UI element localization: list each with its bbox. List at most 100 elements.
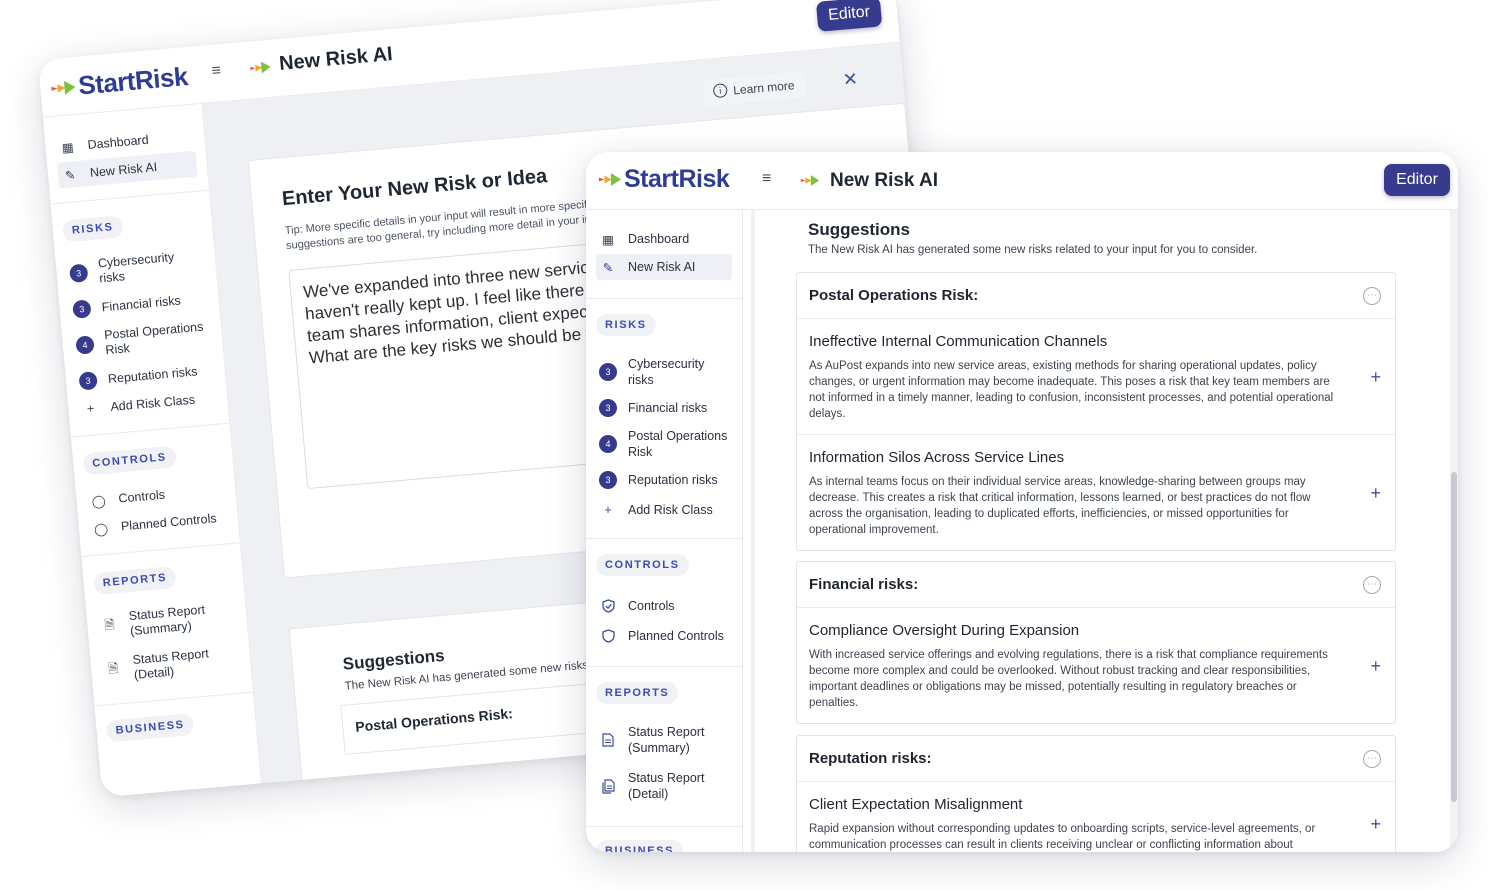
controls-section-label: CONTROLS (596, 554, 689, 576)
front-logo: Start Risk (598, 165, 730, 194)
suggested-risk-description: Rapid expansion without corresponding up… (809, 823, 1316, 851)
logo-text-risk: Risk (133, 61, 189, 96)
risk-group-financial: Financial risks: ⋯ Compliance Oversight … (796, 561, 1396, 724)
suggested-risk-description: With increased service offerings and evo… (809, 649, 1328, 709)
nav-controls-label: Controls (117, 487, 166, 506)
divider (94, 691, 253, 707)
report-label-line2: (Detail) (133, 664, 175, 682)
risk-count-badge: 3 (78, 371, 98, 391)
suggested-risk-title: Ineffective Internal Communication Chann… (809, 333, 1108, 350)
sidebar-item-financial[interactable]: 3 Financial risks (596, 396, 732, 420)
back-logo: Start Risk (49, 61, 189, 104)
risk-group-title: Financial risks: (809, 576, 919, 593)
nav-status-report-detail[interactable]: Status Report (Detail) (596, 768, 732, 804)
more-options-icon[interactable]: ⋯ (1363, 749, 1381, 768)
nav-status-report-summary[interactable]: 🗎 Status Report (Summary) (96, 597, 238, 645)
dashboard-icon: ▦ (61, 139, 75, 155)
add-risk-icon[interactable]: + (1370, 657, 1381, 675)
page-title: New Risk AI (830, 170, 939, 191)
suggested-risk-item: Compliance Oversight During Expansion Wi… (797, 608, 1395, 723)
nav-status-report-detail[interactable]: 🗎 Status Report (Detail) (100, 641, 242, 689)
add-risk-icon[interactable]: + (1370, 484, 1381, 502)
more-options-icon[interactable]: ⋯ (1363, 575, 1381, 594)
foreground-app-window: Start Risk ≡ New Risk AI Editor ▦ Dashboa… (586, 152, 1458, 852)
nav-new-risk-ai[interactable]: ✎ New Risk AI (596, 254, 732, 280)
add-risk-class-label: Add Risk Class (628, 503, 713, 517)
risk-class-label: Postal Operations (103, 319, 204, 343)
learn-more-label: Learn more (732, 78, 796, 98)
add-risk-icon[interactable]: + (1370, 368, 1381, 386)
shield-icon: ◯ (93, 521, 109, 537)
editor-button[interactable]: Editor (815, 0, 883, 32)
title-arrows-icon (800, 174, 820, 192)
nav-dashboard[interactable]: ▦ Dashboard (596, 226, 732, 252)
controls-section-label: CONTROLS (82, 445, 177, 476)
editor-button[interactable]: Editor (1384, 164, 1450, 196)
logo-arrows-icon (598, 172, 622, 187)
report-label: Status Report (628, 771, 705, 785)
risk-class-label-line2: risks (628, 373, 654, 387)
risk-group-postal-operations: Postal Operations Risk: ⋯ Ineffective In… (796, 272, 1396, 551)
plus-icon: + (604, 503, 612, 517)
risk-count-badge: 3 (68, 263, 89, 284)
risk-count-badge: 3 (599, 399, 617, 417)
plus-icon: + (86, 401, 95, 417)
nav-dashboard-label: Dashboard (628, 232, 690, 246)
nav-controls-label: Controls (628, 599, 675, 613)
front-sidebar: ▦ Dashboard ✎ New Risk AI RISKS 3 Cybers… (586, 210, 743, 852)
suggestions-subtitle: The New Risk AI has generated some new r… (808, 244, 1258, 256)
risk-count-badge: 3 (599, 363, 617, 381)
business-section-label: BUSINESS (105, 713, 195, 743)
learn-more-button[interactable]: i Learn more (702, 71, 808, 107)
scrollbar-thumb[interactable] (1451, 472, 1457, 802)
risk-class-label: Reputation risks (107, 364, 198, 387)
nav-status-report-summary[interactable]: Status Report (Summary) (596, 722, 732, 758)
nav-planned-controls[interactable]: Planned Controls (596, 624, 732, 648)
shield-icon (596, 629, 620, 643)
divider (70, 422, 230, 438)
business-section-label: BUSINESS (596, 840, 684, 852)
risk-group-header: Reputation risks: ⋯ (797, 736, 1395, 782)
front-topbar: Start Risk ≡ New Risk AI Editor (586, 152, 1458, 210)
documents-icon: 🗎 (107, 660, 119, 676)
add-risk-class-label: Add Risk Class (109, 392, 196, 414)
back-suggestions-title: Suggestions (341, 645, 446, 674)
nav-controls[interactable]: Controls (596, 594, 732, 618)
risk-class-label-line2: risks (98, 269, 126, 286)
risk-class-label: Financial risks (628, 401, 708, 415)
logo-text-risk: Risk (678, 165, 730, 193)
shield-check-icon (596, 599, 620, 613)
risk-group-header: Postal Operations Risk: ⋯ (797, 273, 1395, 319)
sidebar-item-reputation[interactable]: 3 Reputation risks (596, 468, 732, 492)
add-risk-class-button[interactable]: + Add Risk Class (596, 498, 732, 522)
sidebar-collapse-icon[interactable]: ≡ (211, 62, 222, 81)
divider (586, 666, 742, 667)
sidebar-item-financial[interactable]: 3 Financial risks (69, 286, 210, 322)
sidebar-item-postal-operations[interactable]: 4 Postal Operations Risk (596, 426, 732, 462)
suggestions-title: Suggestions (808, 220, 911, 239)
vertical-scrollbar[interactable] (1450, 210, 1458, 852)
nav-new-risk-ai-label: New Risk AI (89, 160, 158, 180)
risk-class-label: Financial risks (101, 293, 182, 315)
panel-edge (751, 210, 755, 852)
suggested-risk-title: Client Expectation Misalignment (809, 796, 1023, 813)
sidebar-collapse-icon[interactable]: ≡ (762, 170, 771, 188)
sidebar-item-cybersecurity[interactable]: 3 Cybersecurity risks (596, 354, 732, 390)
documents-icon (596, 778, 620, 794)
suggested-risk-description: As internal teams focus on their individ… (809, 476, 1311, 536)
back-risk-group-title: Postal Operations Risk: (354, 705, 514, 735)
sidebar-item-postal-operations[interactable]: 4 Postal Operations Risk (71, 316, 213, 364)
document-icon (596, 733, 620, 747)
risk-class-label: Postal Operations (628, 429, 728, 443)
close-icon[interactable]: ✕ (842, 69, 859, 91)
sidebar-item-cybersecurity[interactable]: 3 Cybersecurity risks (65, 244, 207, 292)
shield-check-icon: ◯ (91, 493, 107, 509)
pencil-icon: ✎ (64, 167, 76, 183)
document-icon: 🗎 (103, 617, 116, 632)
risk-class-label: Reputation risks (628, 473, 718, 487)
more-options-icon[interactable]: ⋯ (1363, 286, 1381, 305)
nav-dashboard-label: Dashboard (86, 132, 150, 152)
add-risk-icon[interactable]: + (1370, 815, 1381, 833)
report-label: Status Report (628, 725, 705, 739)
suggested-risk-item: Information Silos Across Service Lines A… (797, 435, 1395, 550)
